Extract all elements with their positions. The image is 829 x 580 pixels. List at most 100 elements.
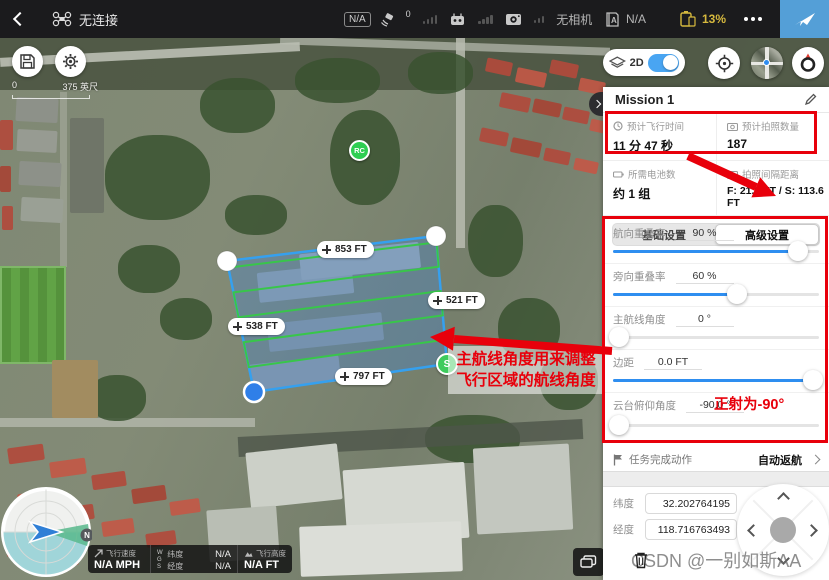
nudge-down-button[interactable] [777, 552, 790, 565]
airplane-icon [793, 9, 817, 29]
map-building [70, 118, 104, 213]
map-road [60, 92, 67, 267]
stat-batteries: 所需电池数 约 1 组 [603, 161, 716, 216]
flight-mode-badge: N/A [344, 12, 371, 27]
interval-icon [727, 170, 738, 179]
edge-length-label: 853 FT [335, 244, 367, 255]
edge-length-pill-right: 521 FT [428, 292, 485, 309]
altitude-label: 飞行高度 [256, 548, 286, 559]
nudge-center-button[interactable] [770, 517, 796, 543]
telemetry-bar: 飞行速度 N/A MPH WGS 纬度 N/A 经度 N/A 飞行高度 [88, 545, 292, 573]
map-roof [499, 92, 531, 113]
route-angle-annotation-line2: 飞行区域的航线角度 [452, 370, 600, 391]
stat-label: 拍照间隔距离 [742, 167, 799, 181]
slider-value-field[interactable]: 90 % [676, 227, 734, 241]
map-mode-pill[interactable]: 2D [603, 49, 685, 76]
nudge-left-button[interactable] [747, 524, 760, 537]
finish-action-value: 自动返航 [758, 452, 802, 468]
map-roof [573, 158, 599, 175]
attitude-compass[interactable]: N [0, 486, 92, 578]
clock-icon [613, 121, 623, 131]
latitude-row: 纬度 32.202764195 [613, 493, 737, 514]
slider-row-side-overlap: 旁向重叠率 60 % [603, 264, 829, 307]
map-scale-bar [12, 95, 90, 99]
map-courts [52, 360, 98, 418]
slider-label: 边距 [613, 355, 634, 370]
stat-value: F: 21.3 FT / S: 113.6 FT [727, 185, 829, 209]
back-button[interactable] [0, 0, 40, 38]
map-trees [118, 245, 180, 293]
takeoff-button[interactable] [780, 0, 829, 38]
flag-icon [613, 454, 623, 466]
telemetry-lat-label: 纬度 [167, 549, 183, 560]
map-mode-toggle[interactable] [648, 54, 679, 72]
slider-track[interactable] [613, 293, 819, 296]
slider-label: 旁向重叠率 [613, 269, 666, 284]
slider-handle[interactable] [803, 370, 823, 390]
slider-track[interactable] [613, 379, 819, 382]
slider-value-field[interactable]: 0.0 FT [644, 356, 702, 370]
slider-handle[interactable] [609, 327, 629, 347]
slider-handle[interactable] [727, 284, 747, 304]
map-roof [510, 137, 542, 158]
nudge-right-button[interactable] [805, 524, 818, 537]
slider-track[interactable] [613, 424, 819, 427]
slider-fill [613, 250, 798, 253]
map-roof [7, 444, 45, 465]
plus-icon [433, 296, 442, 305]
latitude-input[interactable]: 32.202764195 [645, 493, 737, 514]
save-icon [19, 53, 36, 70]
minimap-location-dot [763, 59, 770, 66]
longitude-input[interactable]: 118.716763493 [645, 519, 737, 540]
toggle-knob [663, 55, 678, 70]
telemetry-lng-label: 经度 [167, 561, 183, 572]
drone-icon [52, 11, 72, 27]
edit-pencil-icon[interactable] [804, 93, 817, 106]
nudge-dpad [737, 484, 829, 576]
finish-action-row[interactable]: 任务完成动作 自动返航 [603, 450, 829, 469]
delete-point-button[interactable] [633, 551, 649, 569]
map-building [249, 355, 341, 390]
speed-value: N/A MPH [94, 559, 144, 571]
more-menu-button[interactable] [744, 17, 762, 21]
map-building [473, 444, 573, 535]
map-roof [169, 498, 201, 516]
minimap-preview-button[interactable] [751, 47, 783, 79]
battery-icon [678, 10, 697, 28]
map-trees [200, 78, 275, 133]
rc-location-marker: RC [349, 140, 370, 161]
map-roof [479, 127, 509, 147]
save-mission-button[interactable] [12, 46, 43, 77]
rth-value: N/A [626, 12, 646, 26]
map-trees [105, 135, 210, 220]
map-roof [49, 458, 87, 479]
gps-count: 0 [406, 9, 411, 19]
map-building [299, 521, 463, 577]
slider-track[interactable] [613, 250, 819, 253]
slider-value-field[interactable]: 0 ° [676, 313, 734, 327]
telemetry-lng-value: N/A [215, 561, 231, 572]
map-scale-start: 0 [12, 80, 17, 93]
map-sports-field [0, 266, 66, 364]
slider-label: 主航线角度 [613, 312, 666, 327]
telemetry-altitude: 飞行高度 N/A FT [237, 545, 292, 573]
map-layer-switch-button[interactable] [573, 548, 604, 576]
nudge-up-button[interactable] [777, 492, 790, 505]
settings-button[interactable] [55, 46, 86, 77]
svg-text:N: N [84, 531, 90, 540]
locate-crosshair-icon [715, 54, 734, 73]
slider-value-field[interactable]: 60 % [676, 270, 734, 284]
finish-action-label: 任务完成动作 [629, 452, 752, 467]
slider-track[interactable] [613, 336, 819, 339]
rth-altitude-icon: A [603, 11, 621, 28]
map-building [20, 197, 63, 223]
stat-label: 所需电池数 [628, 167, 676, 181]
photo-icon [727, 122, 738, 131]
slider-handle[interactable] [609, 415, 629, 435]
route-angle-annotation: 主航线角度用来调整 飞行区域的航线角度 [448, 346, 604, 394]
map-roof [0, 120, 13, 150]
slider-handle[interactable] [788, 241, 808, 261]
map-roof [532, 98, 562, 118]
compass-reset-button[interactable] [792, 47, 824, 79]
locate-me-button[interactable] [708, 47, 740, 79]
